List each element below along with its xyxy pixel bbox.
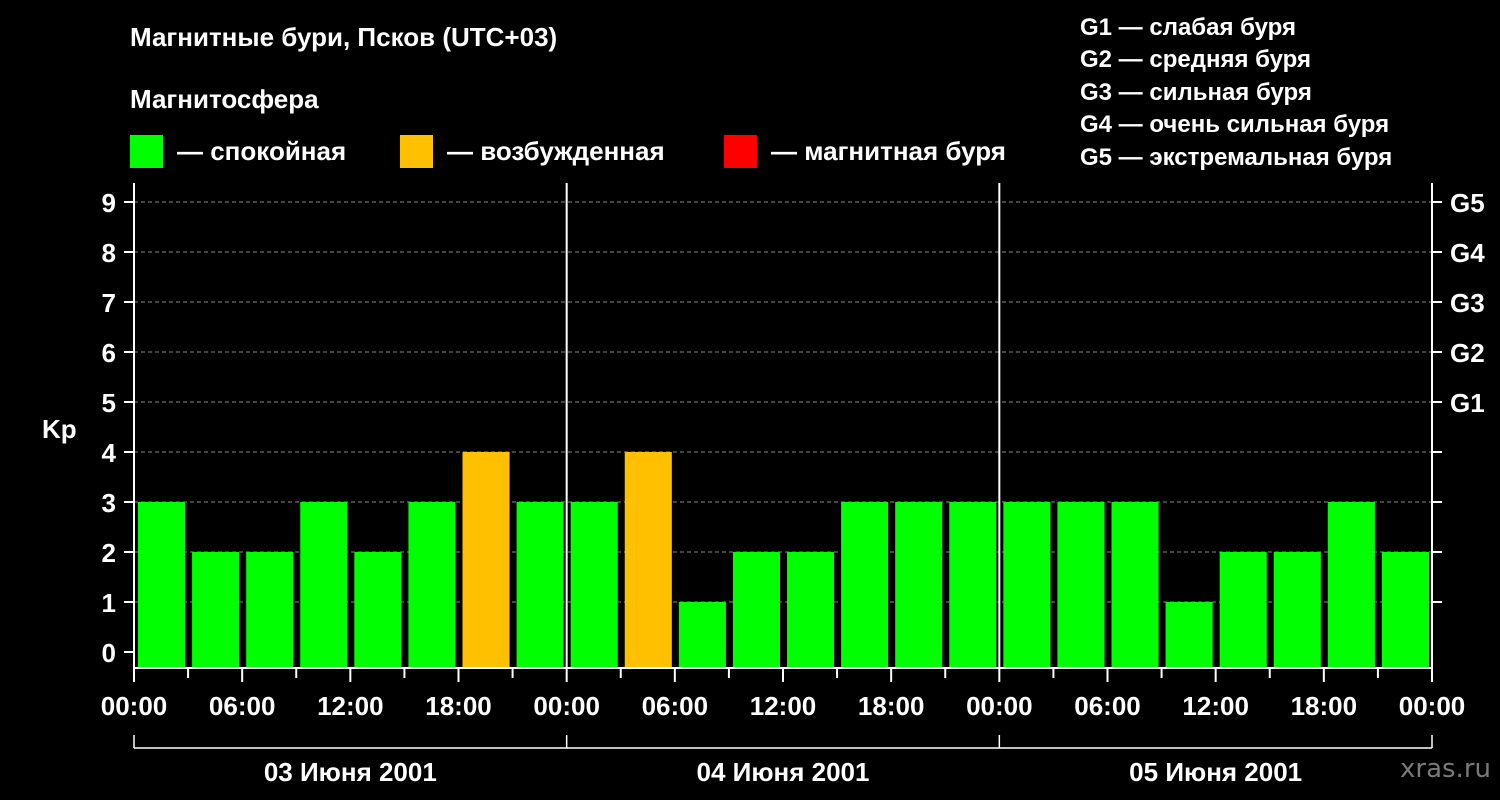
y-tick-label: 6 [102, 338, 116, 368]
x-tick-label: 18:00 [1291, 691, 1358, 721]
y-axis-label: Kp [42, 414, 77, 444]
x-tick-label: 18:00 [425, 691, 492, 721]
kp-bar [841, 502, 889, 668]
kp-bar [1165, 602, 1213, 668]
y-tick-label: 5 [102, 388, 116, 418]
y-tick-label: 0 [102, 638, 116, 668]
kp-bar [462, 452, 510, 668]
x-tick-label: 12:00 [750, 691, 817, 721]
x-tick-label: 06:00 [209, 691, 276, 721]
y-tick-label: 7 [102, 288, 116, 318]
g-level-label: G4 [1450, 238, 1485, 268]
kp-bar [732, 552, 780, 668]
kp-bar [192, 552, 240, 668]
kp-bar [138, 502, 186, 668]
x-tick-label: 06:00 [1074, 691, 1141, 721]
x-tick-label: 00:00 [533, 691, 600, 721]
g-level-label: G5 [1450, 188, 1485, 218]
x-tick-label: 12:00 [317, 691, 384, 721]
x-tick-label: 12:00 [1182, 691, 1249, 721]
kp-bar [570, 502, 618, 668]
kp-bar [1273, 552, 1321, 668]
y-tick-label: 8 [102, 238, 116, 268]
y-tick-label: 1 [102, 588, 116, 618]
watermark: xras.ru [1400, 754, 1491, 784]
kp-bar [354, 552, 402, 668]
x-tick-label: 00:00 [101, 691, 168, 721]
kp-bar [787, 552, 835, 668]
x-tick-label: 00:00 [966, 691, 1033, 721]
kp-bar-chart: 0 1 2 3 4 5 6 7 8 9 G1 G2 G3 G4 G5 Kp 00:00 06:00 12:00 18:… [42, 183, 1485, 787]
g-level-label: G2 [1450, 338, 1485, 368]
kp-bar [300, 502, 348, 668]
kp-bar [516, 502, 564, 668]
y-tick-label: 4 [102, 438, 117, 468]
y-tick-label: 3 [102, 488, 116, 518]
day-label: 04 Июня 2001 [697, 757, 870, 787]
kp-bar [1057, 502, 1105, 668]
kp-bar [1003, 502, 1051, 668]
x-tick-label: 06:00 [642, 691, 709, 721]
kp-bar [1111, 502, 1159, 668]
kp-bar [895, 502, 943, 668]
kp-bar [678, 602, 726, 668]
g-level-label: G1 [1450, 388, 1485, 418]
kp-bar [1219, 552, 1267, 668]
x-tick-label: 00:00 [1399, 691, 1466, 721]
kp-bar [246, 552, 294, 668]
kp-bar [1327, 502, 1375, 668]
g-level-label: G3 [1450, 288, 1485, 318]
kp-bar [408, 502, 456, 668]
kp-bar [624, 452, 672, 668]
y-tick-label: 2 [102, 538, 116, 568]
y-tick-label: 9 [102, 188, 116, 218]
kp-bar [1381, 552, 1429, 668]
kp-bar [949, 502, 997, 668]
day-label: 05 Июня 2001 [1129, 757, 1302, 787]
day-label: 03 Июня 2001 [264, 757, 437, 787]
x-tick-label: 18:00 [858, 691, 925, 721]
